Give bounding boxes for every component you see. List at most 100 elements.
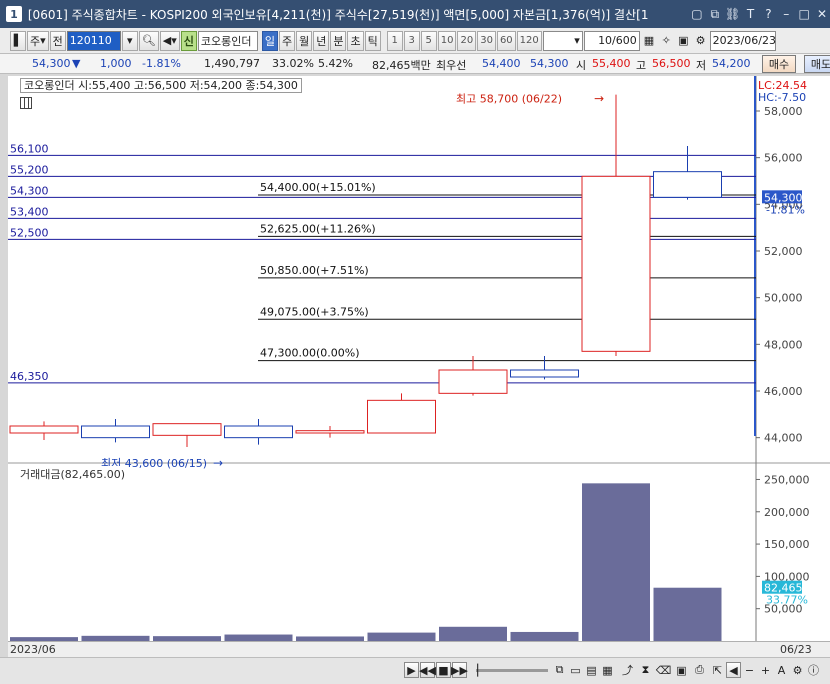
toolbar: ▌ 주 ▾ 전 120110 ▾ 🔍︎ ◀▾ 신 코오롱인더 일 주 월 년 분 … [0, 28, 830, 54]
erase-icon[interactable]: ⌫ [656, 662, 672, 678]
window-number[interactable]: 1 [6, 6, 22, 22]
all-button[interactable]: 전 [49, 30, 66, 51]
interval-button-10[interactable]: 10 [437, 30, 457, 51]
best-ask: 54,400 [482, 57, 521, 70]
candle-body [581, 175, 651, 352]
sell-button[interactable]: 매도 [804, 55, 830, 73]
data-table-icon[interactable] [20, 97, 32, 109]
trend-icon[interactable]: ⤴ [620, 662, 635, 678]
compare-icon[interactable]: ⧉ [552, 662, 567, 678]
type-label: 주 [30, 34, 41, 48]
date-axis: 2023/06 06/23 [8, 641, 830, 657]
auto-scale-icon[interactable]: A [774, 662, 789, 678]
fib-line-label: 54,400.00(+15.01%) [260, 181, 376, 194]
copy-icon[interactable]: ⧉ [707, 6, 723, 22]
save-icon[interactable]: ▣ [675, 31, 691, 51]
buy-button[interactable]: 매수 [762, 55, 796, 73]
settings-icon[interactable]: ⚙ [790, 662, 805, 678]
turnover-rate: 5.42% [318, 57, 353, 70]
interval-combo[interactable]: ▾ [542, 30, 583, 51]
date-input[interactable]: 2023/06/23 [709, 30, 776, 51]
code-input[interactable]: 120110 [66, 30, 121, 51]
pattern-icon[interactable]: ⧗ [638, 662, 653, 678]
search-icon[interactable]: 🔍︎ [138, 30, 159, 51]
trade-volume: 1,490,797 [204, 57, 260, 70]
tab-month[interactable]: 월 [296, 30, 313, 51]
interval-button-1[interactable]: 1 [386, 30, 403, 51]
export-icon[interactable]: ⇱ [710, 662, 725, 678]
print-icon[interactable]: ⎙ [692, 662, 707, 678]
tab-week[interactable]: 주 [278, 30, 296, 51]
layout-icon[interactable]: ▌ [10, 30, 26, 51]
minimize-icon[interactable]: – [778, 6, 794, 22]
stop-icon[interactable]: ■ [436, 662, 451, 678]
info-icon[interactable]: ⓘ [806, 662, 821, 678]
indicator-icon[interactable]: ▦ [641, 31, 657, 51]
interval-button-5[interactable]: 5 [420, 30, 437, 51]
support-line-label: 54,300 [10, 184, 49, 197]
layout-icon-bottom[interactable]: ▤ [584, 662, 599, 678]
close-icon[interactable]: ✕ [814, 6, 830, 22]
scroll-toolbar: ▶ ◀◀ ■ ▶▶ ▏ ⧉ ▭ ▤ ▦ ⤴ ⧗ ⌫ ▣ ⎙ ⇱ ◀ − + A … [0, 657, 830, 684]
interval-button-120[interactable]: 120 [516, 30, 542, 51]
code-dropdown-icon[interactable]: ▾ [121, 30, 138, 51]
candle-body [152, 423, 222, 436]
volume-bar [367, 632, 436, 641]
slider-handle-icon[interactable]: ▏ [474, 662, 489, 678]
y-tick-label: 46,000 [764, 385, 803, 398]
speaker-icon[interactable]: ◀▾ [159, 30, 180, 51]
open-label: 시 [576, 59, 587, 72]
link-icon[interactable]: ⛓ [725, 6, 741, 22]
candle-body [81, 425, 150, 439]
y-tick-label: 50,000 [764, 292, 803, 305]
candle-body [224, 425, 293, 439]
candle-body [510, 369, 579, 378]
y-tick-label: 48,000 [764, 338, 803, 351]
price-change-pct: -1.81% [142, 57, 181, 70]
count-input[interactable]: 10/600 [583, 30, 640, 51]
new-badge[interactable]: 신 [180, 30, 197, 51]
support-line-label: 56,100 [10, 142, 49, 155]
interval-button-60[interactable]: 60 [496, 30, 516, 51]
scroll-left-icon[interactable]: ◀ [726, 662, 741, 678]
play-icon[interactable]: ▶ [404, 662, 419, 678]
candlestick-chart[interactable]: 58,00056,00054,00052,00050,00048,00046,0… [8, 76, 830, 641]
rewind-icon[interactable]: ◀◀ [419, 662, 436, 678]
tab-tick[interactable]: 틱 [364, 30, 381, 51]
tab-day[interactable]: 일 [261, 30, 278, 51]
best-quote-label: 최우선 [436, 59, 467, 72]
interval-button-3[interactable]: 3 [403, 30, 420, 51]
restore-icon[interactable]: ▢ [689, 6, 705, 22]
fast-forward-icon[interactable]: ▶▶ [451, 662, 468, 678]
chart-area[interactable]: 58,000 56,000 54,000 52,000 50,000 48,000 46,0… [8, 76, 830, 656]
high-label: 고 [636, 59, 647, 72]
tab-year[interactable]: 년 [313, 30, 330, 51]
interval-button-20[interactable]: 20 [457, 30, 477, 51]
type-select[interactable]: 주 ▾ [27, 30, 49, 51]
current-price: 54,300 [32, 57, 71, 70]
volume-tick-label: 150,000 [764, 538, 810, 551]
font-icon[interactable]: T [743, 6, 759, 22]
volume-legend: 거래대금(82,465.00) [20, 466, 126, 482]
zoom-out-icon[interactable]: − [742, 662, 757, 678]
support-line-label: 46,350 [10, 370, 49, 383]
fib-line-label: 47,300.00(0.00%) [260, 347, 360, 360]
grid-toggle-icon[interactable]: ▦ [600, 662, 615, 678]
gear-icon[interactable]: ⚙ [693, 31, 709, 51]
high-price: 56,500 [652, 57, 691, 70]
window-icon[interactable]: ▭ [568, 662, 583, 678]
interval-button-30[interactable]: 30 [477, 30, 496, 51]
zoom-in-icon[interactable]: + [758, 662, 773, 678]
crosshair-icon[interactable]: ✧ [658, 31, 674, 51]
volume-ratio: 33.02% [272, 57, 314, 70]
help-icon[interactable]: ? [760, 6, 776, 22]
maximize-icon[interactable]: □ [796, 6, 812, 22]
end-date: 06/23 [780, 643, 812, 656]
current-change-label: -1.81% [766, 203, 805, 216]
tab-second[interactable]: 초 [347, 30, 364, 51]
low-price: 54,200 [712, 57, 751, 70]
min-arrow-icon: → [213, 456, 223, 470]
image-icon[interactable]: ▣ [674, 662, 689, 678]
start-date: 2023/06 [10, 643, 56, 656]
tab-minute[interactable]: 분 [330, 30, 347, 51]
